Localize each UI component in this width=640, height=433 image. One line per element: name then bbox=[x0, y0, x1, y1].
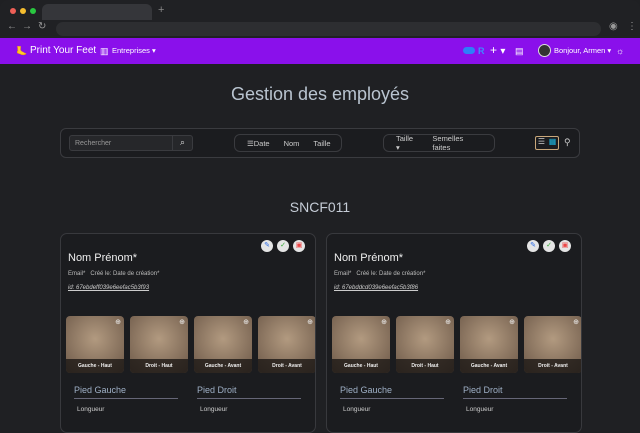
minimize-window-button[interactable] bbox=[20, 8, 26, 14]
filter-group: Taille ▾ Semelles faites bbox=[383, 134, 495, 152]
employee-name: Nom Prénom* bbox=[334, 252, 404, 264]
employee-card: ✎ ✓ ▣ Nom Prénom* Email* Créé le: Date de … bbox=[60, 233, 316, 433]
size-filter-label: Taille bbox=[396, 134, 414, 143]
photo-label: Droit - Haut bbox=[396, 359, 454, 373]
zoom-icon[interactable]: ⊕ bbox=[115, 318, 121, 326]
new-tab-icon[interactable]: + bbox=[158, 4, 164, 16]
menu-icon[interactable]: ⋮ bbox=[627, 21, 637, 32]
theme-sun-icon[interactable]: ☼ bbox=[616, 46, 624, 56]
foot-photo[interactable]: ⊕ Droit - Haut bbox=[396, 316, 454, 373]
address-bar[interactable] bbox=[56, 22, 601, 36]
top-navbar: 🦶 Print Your Feet ▥ Entreprises ▾ R + ▾ … bbox=[0, 38, 640, 64]
left-length-label: Longueur bbox=[77, 406, 105, 413]
pin-icon[interactable]: ⚲ bbox=[564, 137, 571, 148]
created-date: Créé le: Date de création* bbox=[356, 271, 426, 277]
companies-label: Entreprises bbox=[112, 46, 150, 55]
photo-label: Droit - Haut bbox=[130, 359, 188, 373]
employee-email: Email* bbox=[68, 271, 86, 277]
forward-icon[interactable]: → bbox=[22, 21, 32, 32]
edit-icon[interactable]: ✎ bbox=[261, 240, 273, 252]
check-icon[interactable]: ✓ bbox=[277, 240, 289, 252]
foot-photo[interactable]: ⊕ Gauche - Avant bbox=[460, 316, 518, 373]
page-title: Gestion des employés bbox=[230, 84, 410, 104]
edit-icon[interactable]: ✎ bbox=[527, 240, 539, 252]
right-length-label: Longueur bbox=[466, 406, 494, 413]
building-icon: ▥ bbox=[100, 46, 109, 56]
photo-label: Gauche - Avant bbox=[194, 359, 252, 373]
zoom-icon[interactable]: ⊕ bbox=[509, 318, 515, 326]
zoom-icon[interactable]: ⊕ bbox=[179, 318, 185, 326]
right-foot-heading: Pied Droit bbox=[197, 385, 301, 399]
foot-photo[interactable]: ⊕ Gauche - Avant bbox=[194, 316, 252, 373]
right-length-label: Longueur bbox=[200, 406, 228, 413]
profile-icon[interactable]: ◉ bbox=[609, 21, 618, 32]
brand-link[interactable]: Print Your Feet bbox=[30, 45, 96, 56]
grid-view-icon[interactable]: ▦ bbox=[547, 137, 558, 149]
toggle-switch[interactable] bbox=[463, 47, 475, 54]
foot-photo[interactable]: ⊕ Gauche - Haut bbox=[332, 316, 390, 373]
zoom-icon[interactable]: ⊕ bbox=[307, 318, 313, 326]
sort-date-button[interactable]: ☰Date bbox=[247, 139, 270, 148]
archive-icon[interactable]: ▣ bbox=[293, 240, 305, 252]
user-dropdown[interactable]: Bonjour, Armen ▾ bbox=[554, 46, 611, 55]
insoles-filter-button[interactable]: Semelles faites bbox=[432, 134, 482, 152]
employee-card: ✎ ✓ ▣ Nom Prénom* Email* Créé le: Date de … bbox=[326, 233, 582, 433]
companies-dropdown[interactable]: Entreprises ▾ bbox=[112, 46, 156, 55]
back-icon[interactable]: ← bbox=[7, 21, 17, 32]
greeting-label: Bonjour, Armen bbox=[554, 46, 606, 55]
foot-photo[interactable]: ⊕ Droit - Haut bbox=[130, 316, 188, 373]
search-button[interactable]: ⌕ bbox=[172, 135, 192, 151]
sort-icon: ☰ bbox=[247, 138, 254, 148]
archive-icon[interactable]: ▣ bbox=[559, 240, 571, 252]
sort-date-label: Date bbox=[253, 138, 270, 148]
employee-name: Nom Prénom* bbox=[68, 252, 138, 264]
reload-icon[interactable]: ↻ bbox=[38, 21, 46, 32]
zoom-icon[interactable]: ⊕ bbox=[445, 318, 451, 326]
zoom-icon[interactable]: ⊕ bbox=[573, 318, 579, 326]
employee-id-link[interactable]: id: 67ebdeff039e6eefac5b3f93 bbox=[68, 285, 149, 291]
employee-email: Email* bbox=[334, 271, 352, 277]
logo-icon: 🦶 bbox=[16, 46, 28, 56]
close-window-button[interactable] bbox=[10, 8, 16, 14]
maximize-window-button[interactable] bbox=[30, 8, 36, 14]
r-icon[interactable]: R bbox=[478, 46, 485, 56]
printer-icon[interactable]: ▤ bbox=[515, 46, 524, 57]
toolbar: Rechercher ⌕ ☰Date Nom Taille Taille ▾ Se… bbox=[60, 128, 580, 158]
zoom-icon[interactable]: ⊕ bbox=[381, 318, 387, 326]
avatar[interactable] bbox=[538, 44, 551, 57]
search-placeholder: Rechercher bbox=[75, 140, 112, 147]
browser-chrome: + ← → ↻ ◉ ⋮ bbox=[0, 0, 640, 38]
search-icon: ⌕ bbox=[179, 137, 186, 147]
photo-label: Gauche - Avant bbox=[460, 359, 518, 373]
photo-label: Droit - Avant bbox=[524, 359, 581, 373]
right-foot-heading: Pied Droit bbox=[463, 385, 567, 399]
browser-tab[interactable] bbox=[42, 4, 152, 20]
check-icon[interactable]: ✓ bbox=[543, 240, 555, 252]
search-input[interactable]: Rechercher ⌕ bbox=[69, 135, 193, 151]
list-view-icon[interactable]: ☰ bbox=[536, 137, 547, 149]
sort-size-button[interactable]: Taille bbox=[313, 139, 330, 148]
sort-name-button[interactable]: Nom bbox=[284, 139, 300, 148]
size-filter-dropdown[interactable]: Taille ▾ bbox=[396, 134, 418, 152]
photo-label: Droit - Avant bbox=[258, 359, 315, 373]
left-foot-heading: Pied Gauche bbox=[74, 385, 178, 399]
employee-id-link[interactable]: id: 67ebddcd039e6eefac5b3f86 bbox=[334, 285, 418, 291]
zoom-icon[interactable]: ⊕ bbox=[243, 318, 249, 326]
section-title: SNCF011 bbox=[289, 199, 351, 215]
view-toggle: ☰ ▦ bbox=[535, 136, 559, 150]
created-date: Créé le: Date de création* bbox=[90, 271, 160, 277]
sort-group: ☰Date Nom Taille bbox=[234, 134, 342, 152]
foot-photo[interactable]: ⊕ Gauche - Haut bbox=[66, 316, 124, 373]
photo-label: Gauche - Haut bbox=[332, 359, 390, 373]
foot-photo[interactable]: ⊕ Droit - Avant bbox=[258, 316, 315, 373]
photo-label: Gauche - Haut bbox=[66, 359, 124, 373]
add-icon[interactable]: + ▾ bbox=[490, 43, 505, 57]
foot-photo[interactable]: ⊕ Droit - Avant bbox=[524, 316, 581, 373]
left-length-label: Longueur bbox=[343, 406, 371, 413]
left-foot-heading: Pied Gauche bbox=[340, 385, 444, 399]
